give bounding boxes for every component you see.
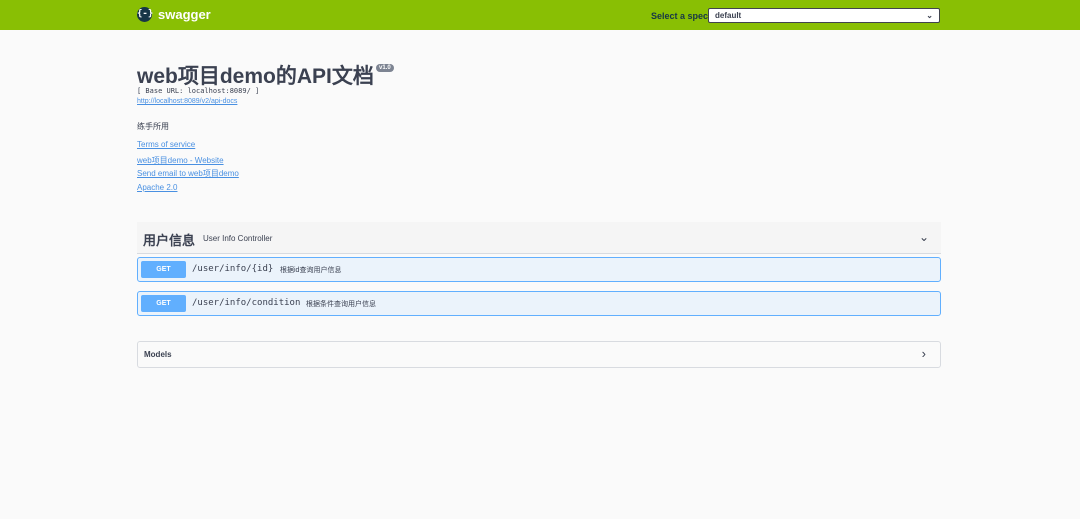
- swagger-logo[interactable]: {-} swagger: [137, 7, 211, 22]
- tag-name: 用户信息: [143, 233, 196, 248]
- operation-get-user-by-id[interactable]: GET /user/info/{id} 根据id查询用户信息: [137, 257, 941, 282]
- operation-summary: 根据条件查询用户信息: [306, 301, 376, 308]
- topbar: {-} swagger Select a spec default ⌄: [0, 0, 1080, 30]
- operation-get-user-by-condition[interactable]: GET /user/info/condition 根据条件查询用户信息: [137, 291, 941, 316]
- spec-label: Select a spec: [651, 11, 709, 21]
- version-badge: v1.0: [376, 64, 394, 72]
- operation-path: /user/info/{id}: [192, 264, 274, 274]
- tag-description: User Info Controller: [203, 234, 273, 243]
- page-title: web项目demo的API文档: [137, 65, 374, 88]
- spec-selected-value: default: [715, 11, 742, 20]
- chevron-down-icon: ⌄: [926, 11, 933, 20]
- website-link[interactable]: web项目demo - Website: [137, 155, 224, 166]
- models-section[interactable]: Models ›: [137, 341, 941, 368]
- chevron-right-icon[interactable]: ›: [922, 346, 926, 361]
- base-url: [ Base URL: localhost:8089/ ]: [137, 87, 260, 95]
- method-badge: GET: [141, 295, 186, 312]
- operation-summary: 根据id查询用户信息: [280, 267, 342, 274]
- swagger-logo-icon: {-}: [137, 7, 153, 22]
- terms-link[interactable]: Terms of service: [137, 140, 195, 149]
- models-title: Models: [144, 350, 172, 359]
- email-link[interactable]: Send email to web项目demo: [137, 168, 239, 179]
- method-badge: GET: [141, 261, 186, 278]
- api-description: 练手所用: [137, 122, 169, 131]
- tag-section-header[interactable]: 用户信息 User Info Controller ⌄: [137, 222, 941, 254]
- license-link[interactable]: Apache 2.0: [137, 183, 177, 192]
- spec-select[interactable]: default ⌄: [708, 8, 940, 23]
- chevron-down-icon[interactable]: ⌄: [919, 230, 929, 244]
- logo-text: swagger: [158, 7, 211, 22]
- api-docs-link[interactable]: http://localhost:8089/v2/api-docs: [137, 98, 237, 105]
- operation-path: /user/info/condition: [192, 298, 301, 308]
